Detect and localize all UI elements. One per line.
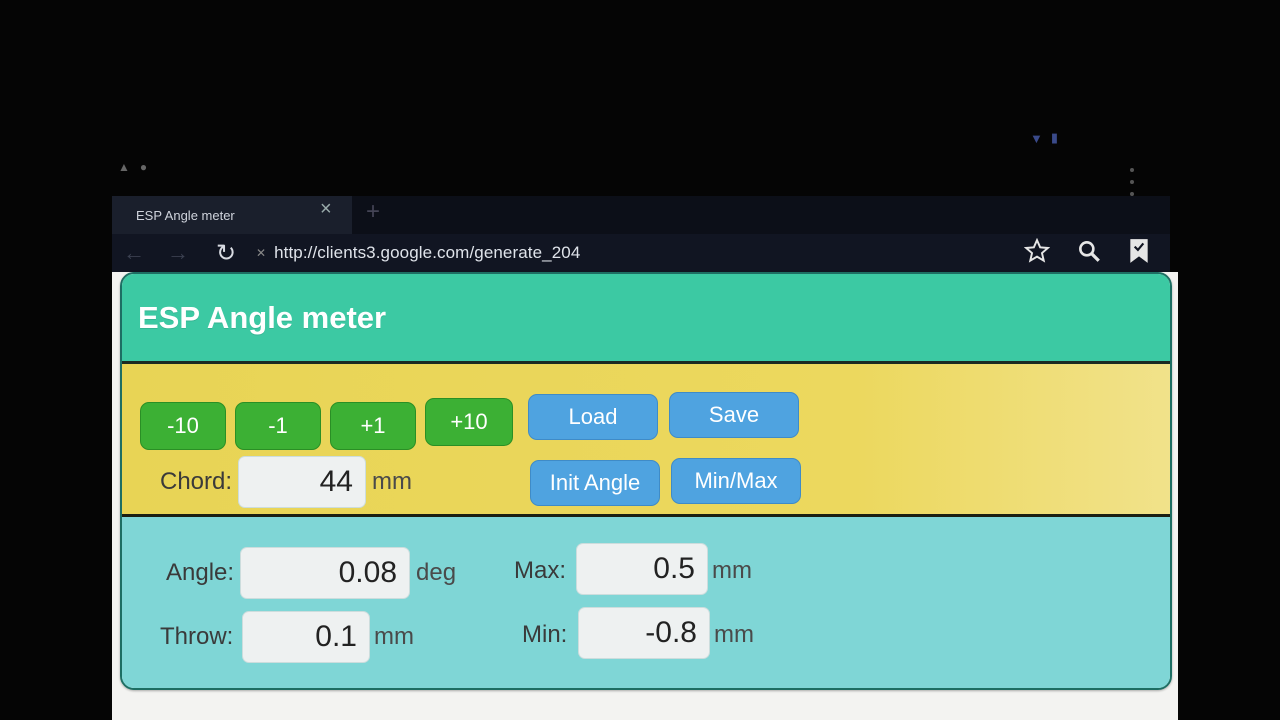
plus-1-button[interactable]: +1 bbox=[330, 402, 416, 450]
min-value: -0.8 bbox=[578, 607, 710, 659]
back-icon[interactable]: ← bbox=[112, 234, 156, 272]
notification-icons: ▲ ● bbox=[118, 160, 147, 174]
plus-10-button[interactable]: +10 bbox=[425, 398, 513, 446]
reload-icon[interactable]: ↻ bbox=[204, 234, 248, 272]
chord-input[interactable]: 44 bbox=[238, 456, 366, 508]
readings-panel: Angle: 0.08 deg Throw: 0.1 mm Max: 0.5 m… bbox=[122, 517, 1170, 688]
page-title: ESP Angle meter bbox=[138, 299, 387, 335]
overflow-menu-icon[interactable] bbox=[1122, 168, 1142, 196]
chord-unit: mm bbox=[372, 468, 412, 495]
min-unit: mm bbox=[714, 621, 754, 648]
tab-strip: ESP Angle meter × + bbox=[112, 196, 1170, 234]
search-icon[interactable] bbox=[1076, 238, 1102, 269]
minus-10-button[interactable]: -10 bbox=[140, 402, 226, 450]
minmax-button[interactable]: Min/Max bbox=[671, 458, 801, 504]
wifi-icon: ▼ bbox=[1030, 130, 1043, 146]
save-button[interactable]: Save bbox=[669, 392, 799, 438]
throw-label: Throw: bbox=[160, 623, 234, 650]
system-status: ▼ ▮ bbox=[1030, 130, 1058, 146]
chord-label: Chord: bbox=[160, 468, 233, 495]
site-info-icon[interactable]: ✕ bbox=[256, 246, 266, 260]
close-tab-icon[interactable]: × bbox=[320, 198, 332, 221]
min-label: Min: bbox=[522, 621, 568, 648]
tab-title: ESP Angle meter bbox=[136, 207, 235, 223]
url-input[interactable]: http://clients3.google.com/generate_204 bbox=[274, 243, 580, 263]
angle-unit: deg bbox=[416, 559, 457, 586]
angle-value: 0.08 bbox=[240, 547, 410, 599]
circle-icon: ● bbox=[139, 160, 148, 174]
url-bar: ← → ↻ ✕ http://clients3.google.com/gener… bbox=[112, 234, 1170, 272]
minus-1-button[interactable]: -1 bbox=[235, 402, 321, 450]
init-angle-button[interactable]: Init Angle bbox=[530, 460, 660, 506]
throw-unit: mm bbox=[374, 623, 414, 650]
forward-icon[interactable]: → bbox=[156, 234, 200, 272]
warning-icon: ▲ bbox=[118, 160, 130, 174]
load-button[interactable]: Load bbox=[528, 394, 658, 440]
new-tab-icon[interactable]: + bbox=[366, 198, 380, 226]
max-label: Max: bbox=[514, 557, 567, 584]
angle-meter-app: ESP Angle meter -10 -1 +1 +10 Load Save … bbox=[120, 272, 1172, 690]
max-unit: mm bbox=[712, 557, 752, 584]
bookmarks-icon[interactable] bbox=[1128, 238, 1150, 269]
browser-tab[interactable]: ESP Angle meter bbox=[112, 196, 352, 234]
controls-panel: -10 -1 +1 +10 Load Save Init Angle Min/M… bbox=[122, 364, 1170, 517]
web-page: ESP Angle meter -10 -1 +1 +10 Load Save … bbox=[112, 272, 1178, 720]
angle-label: Angle: bbox=[166, 559, 235, 586]
star-icon[interactable] bbox=[1023, 237, 1051, 269]
max-value: 0.5 bbox=[576, 543, 708, 595]
throw-value: 0.1 bbox=[242, 611, 370, 663]
app-header: ESP Angle meter bbox=[122, 274, 1170, 364]
battery-icon: ▮ bbox=[1050, 130, 1059, 145]
